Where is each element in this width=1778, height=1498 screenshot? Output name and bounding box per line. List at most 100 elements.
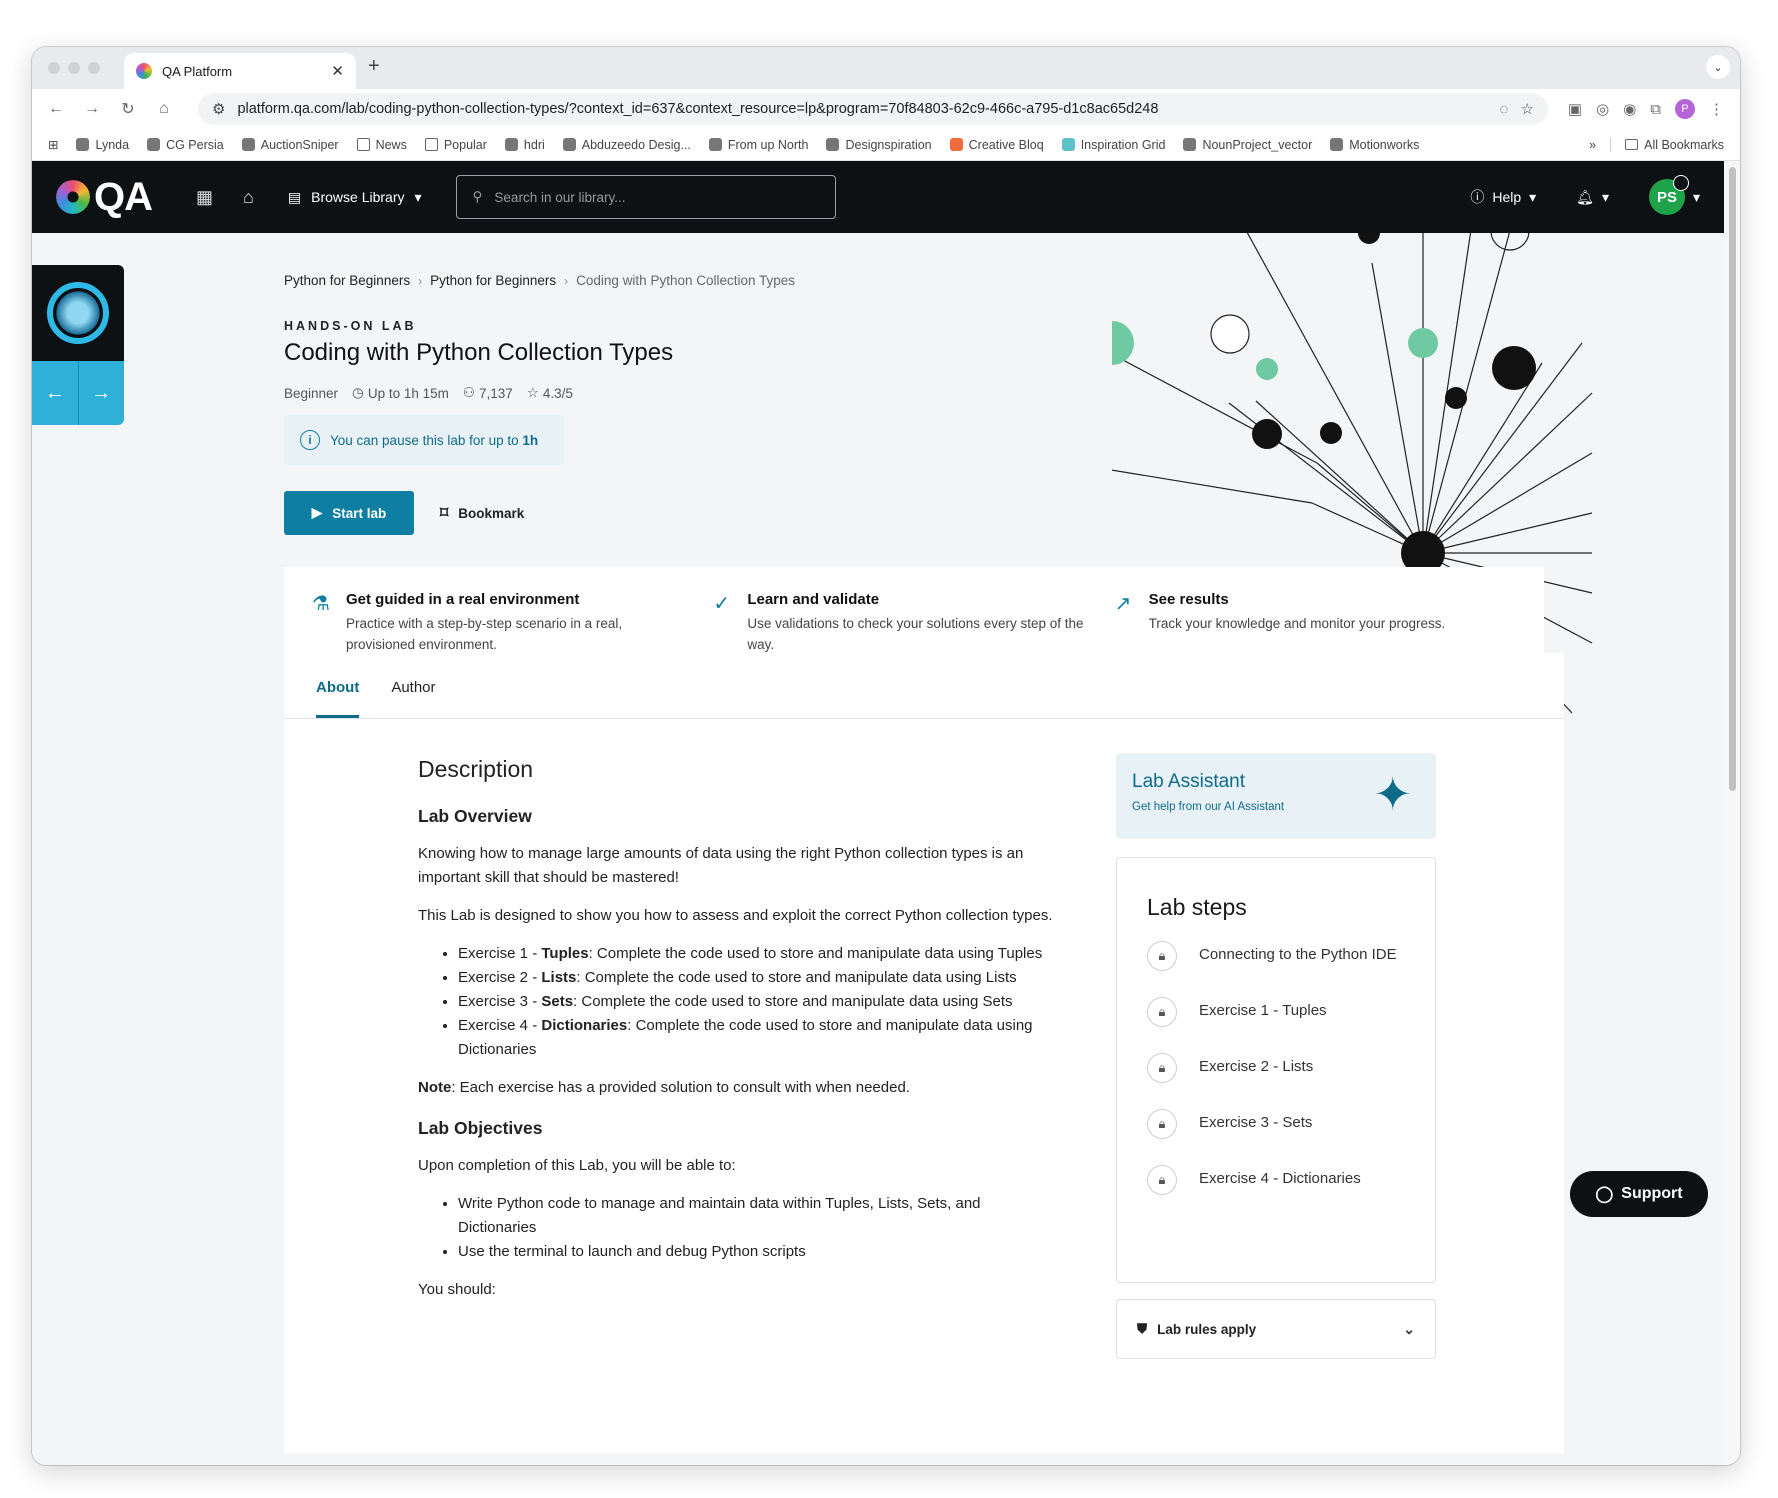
caret-down-icon: ▾ — [414, 188, 422, 205]
window-controls[interactable] — [48, 62, 100, 74]
scrollbar-thumb[interactable] — [1729, 167, 1736, 791]
overview-heading: Lab Overview — [418, 805, 532, 826]
star-icon[interactable]: ☆ — [1520, 100, 1533, 118]
notifications-menu[interactable]: 🔔︎ ▾ — [1576, 189, 1609, 206]
you-should-text: You should: — [418, 1280, 496, 1298]
clock-icon: ◷ — [352, 385, 364, 400]
home-icon[interactable]: ⌂ — [156, 100, 172, 118]
description: Description Lab Overview Knowing how to … — [418, 751, 1058, 1316]
browser-tab[interactable]: QA Platform ✕ — [124, 53, 356, 89]
search-input[interactable]: ⚲ Search in our library... — [455, 175, 836, 219]
lab-assistant-card[interactable]: Lab Assistant Get help from our AI Assis… — [1116, 753, 1436, 839]
tab-about[interactable]: About — [316, 679, 360, 718]
avatar[interactable]: PS — [1648, 175, 1689, 215]
close-tab-icon[interactable]: ✕ — [331, 62, 344, 80]
orb-launcher[interactable] — [32, 265, 124, 361]
reload-icon[interactable]: ↻ — [120, 99, 136, 119]
list-item: Exercise 2 - Lists: Complete the code us… — [458, 966, 1058, 990]
bookmark-item[interactable]: Inspiration Grid — [1061, 138, 1165, 152]
address-bar-row: ← → ↻ ⌂ ⚙ platform.qa.com/lab/coding-pyt… — [32, 89, 1740, 129]
lock-icon: 🔒︎ — [1147, 941, 1177, 971]
bookmark-folder[interactable]: News — [356, 138, 407, 152]
lock-icon: 🔒︎ — [1147, 1165, 1177, 1195]
exercise-list: Exercise 1 - Tuples: Complete the code u… — [458, 942, 1058, 1062]
scrollbar[interactable] — [1724, 161, 1740, 1465]
home-nav-icon[interactable]: ⌂ — [243, 187, 254, 208]
more-icon[interactable]: ⋮ — [1709, 100, 1724, 118]
lock-icon: 🔒︎ — [1147, 997, 1177, 1027]
chevron-down-icon: ⌄ — [1403, 1320, 1415, 1337]
overview-paragraph: This Lab is designed to show you how to … — [418, 906, 1053, 924]
lab-type-label: HANDS-ON LAB — [284, 319, 417, 333]
forward-icon[interactable]: → — [84, 100, 100, 118]
bookmark-item[interactable]: CG Persia — [147, 138, 224, 152]
bookmark-item[interactable]: From up North — [708, 138, 808, 152]
objectives-heading: Lab Objectives — [418, 1117, 543, 1138]
extension-icon[interactable]: ◉ — [1623, 100, 1636, 118]
qa-burst-icon — [56, 180, 90, 214]
qa-favicon-icon — [136, 63, 152, 79]
building-icon[interactable]: ▦ — [196, 187, 213, 208]
bookmark-item[interactable]: Abduzeedo Desig... — [562, 138, 691, 152]
extension-icon[interactable]: ◎ — [1596, 100, 1609, 118]
puzzle-icon[interactable]: ⧉ — [1650, 101, 1661, 118]
next-arrow-button[interactable]: → — [79, 361, 125, 425]
breadcrumb-link[interactable]: Python for Beginners — [430, 273, 556, 288]
browse-library-menu[interactable]: ▤ Browse Library ▾ — [288, 189, 422, 206]
lab-rules-accordion[interactable]: ⛊ Lab rules apply ⌄ — [1116, 1299, 1436, 1359]
list-item: Write Python code to manage and maintain… — [458, 1192, 1058, 1240]
back-icon[interactable]: ← — [48, 100, 64, 118]
bookmark-icon: ⌑ — [440, 505, 449, 522]
play-icon: ▶ — [311, 505, 323, 520]
caret-down-icon: ▾ — [1529, 188, 1537, 205]
bookmark-item[interactable]: Creative Bloq — [949, 138, 1044, 152]
breadcrumb-link[interactable]: Python for Beginners — [284, 273, 410, 288]
bookmarks-bar: ⊞ Lynda CG Persia AuctionSniper News Pop… — [32, 129, 1740, 161]
bookmark-item[interactable]: hdri — [504, 138, 545, 152]
tab-title: QA Platform — [162, 63, 233, 79]
site-settings-icon[interactable]: ⚙ — [212, 100, 225, 118]
lab-steps-panel: Lab steps 🔒︎ Connecting to the Python IDE… — [1116, 857, 1436, 1283]
eye-off-icon[interactable]: ◌ — [1500, 101, 1509, 118]
level-text: Beginner — [284, 385, 339, 401]
lock-icon: 🔒︎ — [1147, 1109, 1177, 1139]
feature-item: ↗ See results Track your knowledge and mo… — [1115, 591, 1516, 661]
bookmark-item[interactable]: Motionworks — [1330, 138, 1419, 152]
tab-author[interactable]: Author — [391, 679, 435, 718]
list-item: Exercise 4 - Dictionaries: Complete the … — [458, 1014, 1058, 1062]
user-menu[interactable]: PS ▾ — [1648, 175, 1700, 215]
caret-down-icon: ▾ — [1692, 188, 1700, 205]
shield-icon: ⛊ — [1137, 1321, 1148, 1336]
bookmark-folder[interactable]: Popular — [424, 138, 487, 152]
apps-grid-icon[interactable]: ⊞ — [48, 137, 58, 152]
side-widget: ← → — [32, 265, 124, 425]
url-field[interactable]: ⚙ platform.qa.com/lab/coding-python-coll… — [198, 93, 1548, 125]
orb-icon — [47, 282, 109, 344]
start-lab-button[interactable]: ▶ Start lab — [284, 491, 414, 535]
bookmark-item[interactable]: AuctionSniper — [241, 138, 339, 152]
bookmark-item[interactable]: Designspiration — [826, 138, 932, 152]
url-text[interactable]: platform.qa.com/lab/coding-python-collec… — [237, 101, 1487, 117]
qa-logo[interactable]: QA — [56, 175, 153, 220]
pause-notice: i You can pause this lab for up to 1h — [284, 415, 564, 465]
duration-text: Up to 1h 15m — [367, 385, 449, 401]
page-title: Coding with Python Collection Types — [284, 339, 674, 366]
pause-duration: 1h — [522, 432, 539, 448]
search-icon: ⚲ — [472, 189, 483, 204]
new-tab-icon[interactable]: + — [368, 55, 380, 78]
all-bookmarks[interactable]: » All Bookmarks — [1589, 137, 1724, 152]
bookmark-item[interactable]: NounProject_vector — [1183, 138, 1312, 152]
tab-search-chevron-icon[interactable]: ⌄ — [1706, 55, 1730, 79]
help-menu[interactable]: ⓘ Help ▾ — [1470, 187, 1536, 207]
bookmark-button[interactable]: ⌑ Bookmark — [428, 491, 536, 535]
extension-icon[interactable]: ▣ — [1568, 100, 1582, 118]
more-bookmarks-icon[interactable]: » — [1589, 138, 1596, 152]
chevron-right-icon: › — [418, 273, 423, 288]
page-content: QA ▦ ⌂ ▤ Browse Library ▾ ⚲ Search in ou… — [32, 161, 1724, 1465]
lab-hero: Python for Beginners › Python for Beginn… — [32, 233, 1724, 739]
bookmark-item[interactable]: Lynda — [76, 138, 129, 152]
support-button[interactable]: ◯ Support — [1570, 1171, 1708, 1217]
help-icon: ⓘ — [1470, 189, 1485, 205]
prev-arrow-button[interactable]: ← — [32, 361, 79, 425]
profile-avatar[interactable]: P — [1675, 99, 1695, 119]
